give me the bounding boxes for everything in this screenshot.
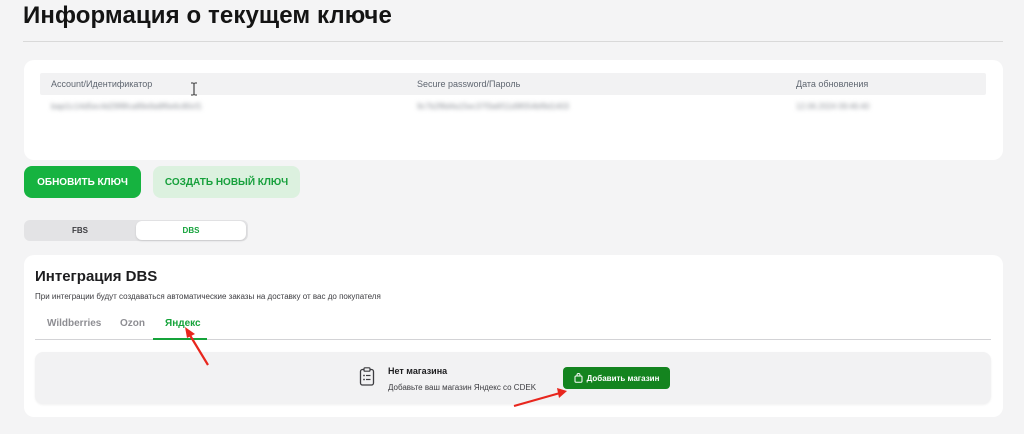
page-title: Информация о текущем ключе [23, 2, 392, 29]
no-store-title: Нет магазина [388, 366, 448, 376]
create-key-button[interactable]: Создать новый ключ [153, 166, 300, 198]
tab-wildberries[interactable]: Wildberries [47, 318, 101, 329]
red-arrow-annotation-tab [185, 327, 209, 366]
column-password: Secure password/Пароль [417, 79, 521, 89]
password-value[interactable]: 9c7b2f8d4a15ec37f3a6f11d9f054bf9d1403 [417, 102, 569, 111]
refresh-key-button[interactable]: Обновить ключ [24, 166, 141, 198]
dbs-subtitle: При интеграции будут создаваться автомат… [35, 292, 381, 301]
red-arrow-annotation-button [513, 388, 567, 408]
key-table-header: Account/Идентификатор Secure password/Па… [40, 73, 986, 95]
add-store-button[interactable]: Добавить магазин [563, 367, 670, 389]
shopping-bag-icon [574, 373, 583, 383]
add-store-label: Добавить магазин [586, 373, 660, 383]
key-info-card: Account/Идентификатор Secure password/Па… [24, 60, 1003, 160]
title-divider [23, 41, 1003, 42]
tab-ozon[interactable]: Ozon [120, 318, 145, 329]
marketplace-tabs: Wildberries Ozon Яндекс [35, 313, 991, 340]
column-account: Account/Идентификатор [51, 79, 153, 89]
account-value[interactable]: bapi1c14d5ec4d29f8fca89e9a8f6e6c80cf1 [51, 102, 202, 111]
segment-dbs[interactable]: DBS [136, 221, 246, 240]
updated-date-value: 12.06.2024 09:46:40 [796, 102, 870, 111]
fulfillment-segmented-control: FBS DBS [24, 220, 248, 241]
segment-fbs[interactable]: FBS [24, 220, 136, 241]
clipboard-icon [359, 367, 375, 386]
column-updated: Дата обновления [796, 79, 869, 89]
dbs-title: Интеграция DBS [35, 268, 158, 285]
text-cursor-icon [191, 82, 197, 96]
